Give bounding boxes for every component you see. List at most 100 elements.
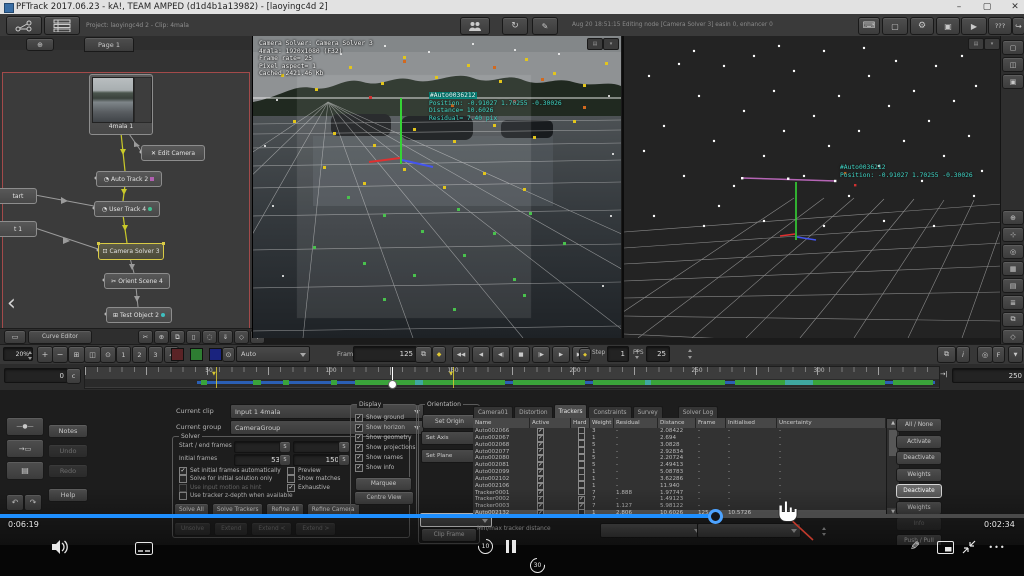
action-button[interactable]: Info [896,517,942,531]
playhead-handle[interactable] [388,380,397,389]
range-end-marker[interactable]: →| [940,370,948,378]
max-spinner[interactable] [821,525,828,538]
annotate-button[interactable]: ✎ [532,17,558,35]
sidebar-tool-button[interactable]: ◫ [1002,57,1024,72]
snapshot-button[interactable]: ⧉ [937,346,956,363]
transport-button[interactable]: ◀◀ [452,346,470,363]
collaboration-button[interactable] [460,17,490,35]
column-header[interactable]: Frame [696,418,726,428]
range-in-input[interactable]: 0 [4,368,68,383]
checkbox[interactable] [287,467,295,475]
pause-button[interactable] [504,539,517,554]
slate-button[interactable]: ▤ [6,461,44,480]
column-header[interactable]: Residual [614,418,658,428]
checkbox[interactable]: ✓ [355,424,363,432]
display-checkbox-row[interactable]: ✓Show projections [355,443,415,453]
sidebar-tool-button[interactable]: ▦ [1002,261,1024,276]
export-clip-button[interactable]: →▭ [6,439,44,458]
marquee-button[interactable]: Marquee [355,477,412,491]
viewport-layout-button[interactable]: ▾ [984,38,1000,50]
skip-forward-button[interactable]: 30 [528,556,547,575]
extend-button[interactable]: Unsolve [174,522,211,536]
undo-arrow-button[interactable]: ↶ [6,494,24,511]
solver-checkbox-row[interactable]: Preview [287,467,340,475]
display-checkbox-row[interactable]: ✓Show info [355,463,415,473]
edit-camera-node[interactable]: ✕ Edit Camera [141,145,205,161]
frame-input[interactable]: 125 [353,346,417,362]
fullframe-button[interactable]: F [992,346,1005,363]
partial-node-1[interactable]: tart [0,188,37,204]
hard-checkbox[interactable] [578,488,585,495]
draw-button[interactable]: ✎ [906,537,924,555]
extend-button[interactable]: Extend [214,522,248,536]
checkbox[interactable] [179,475,187,483]
dual-view-button[interactable]: ⧉ [415,346,432,363]
display-checkbox-row[interactable]: ✓Show geometry [355,433,415,443]
display-checkbox-row[interactable]: ✓Show horizon [355,423,415,433]
checkbox[interactable]: ✓ [355,434,363,442]
column-header[interactable]: Name [473,418,530,428]
column-header[interactable]: Initialised [726,418,777,428]
action-button[interactable]: Weights [896,468,942,482]
solver-checkbox-row[interactable]: Use input motion as hint [179,484,293,492]
redo-button[interactable]: Redo [48,464,88,478]
sidebar-tool-button[interactable]: ▢ [1002,40,1024,55]
sidebar-tool-button[interactable]: ⊕ [1002,210,1024,225]
keyframe-button[interactable]: ◆ [432,346,446,363]
extend-button[interactable]: Extend > [295,522,336,536]
sidebar-tool-button[interactable]: ▤ [1002,278,1024,293]
crosshair-button[interactable]: ⊕ [26,38,54,51]
solver-checkbox-row[interactable]: ✓Set initial frames automatically [179,467,293,475]
auto-track-node[interactable]: ◔ Auto Track 2 [96,171,162,187]
checkbox[interactable] [179,492,187,500]
notes-button[interactable]: Notes [48,424,88,438]
minimize-button[interactable]: – [948,0,970,14]
centre-view-button[interactable]: Centre View [354,491,414,505]
subtitles-button[interactable] [134,541,154,555]
record-button[interactable]: ◎ [977,346,993,363]
checkbox[interactable] [179,484,187,492]
display-checkbox-row[interactable]: ✓Show ground [355,413,415,423]
transport-button[interactable]: ■ [512,346,530,363]
more-options-button[interactable]: ••• [986,541,1008,553]
solver-checkbox-row[interactable]: ✓Exhaustive [287,484,340,492]
partial-node-2[interactable]: t 1 [0,221,37,237]
archive-button[interactable]: ▣ [936,17,960,35]
sidebar-tool-button[interactable]: ⧉ [1002,312,1024,327]
sidebar-tool-button[interactable]: ⊹ [1002,227,1024,242]
swatch-settings-button[interactable]: ⊙ [222,347,235,362]
clip-node[interactable]: 4mala 1 [89,74,153,135]
tab[interactable]: Constraints [588,406,631,418]
help-button[interactable]: ??? [988,17,1012,35]
checkbox[interactable] [287,475,295,483]
exit-fullscreen-button[interactable] [960,539,977,555]
initial-frame-marker[interactable]: ▼ [449,371,453,377]
channel-swatch-red[interactable] [171,348,184,361]
extend-button[interactable]: Extend < [251,522,292,536]
tab[interactable]: Distortion [514,406,552,418]
keyboard-shortcuts-button[interactable]: ⌨ [858,17,880,35]
sidebar-tool-button[interactable]: ▣ [1002,74,1024,89]
initial-end-input[interactable]: 150 [293,454,343,466]
solver-checkbox-row[interactable]: Show matches [287,475,340,483]
initial-start-set-button[interactable]: S [279,454,291,466]
channel-swatch-green[interactable] [190,348,203,361]
viewport-menu-button[interactable]: ▤ [968,38,984,50]
sidebar-tool-button[interactable]: ◎ [1002,244,1024,259]
initial-frame-marker[interactable]: ▼ [212,371,216,377]
camera-viewport[interactable]: Camera Solver: Camera Solver 34mala: 192… [252,36,621,338]
tab[interactable]: Trackers [554,404,588,418]
preferences-button[interactable]: ⚙ [910,17,934,35]
start-set-button[interactable]: S [279,441,291,453]
column-header[interactable]: Weight [590,418,614,428]
channel-swatch-blue[interactable] [209,348,222,361]
panel-back-chevron[interactable]: ‹ [7,291,16,316]
transport-button[interactable]: ◀| [492,346,510,363]
checkbox[interactable]: ✓ [355,454,363,462]
initial-start-input[interactable]: 53 [234,454,284,466]
volume-button[interactable] [50,539,72,555]
fps-input[interactable]: 25 [646,346,670,362]
sidebar-tool-button[interactable]: ≣ [1002,295,1024,310]
info-button[interactable]: i [956,346,970,363]
timeline-ruler[interactable]: 50100150200250300 ▼ ▼ [84,366,940,389]
